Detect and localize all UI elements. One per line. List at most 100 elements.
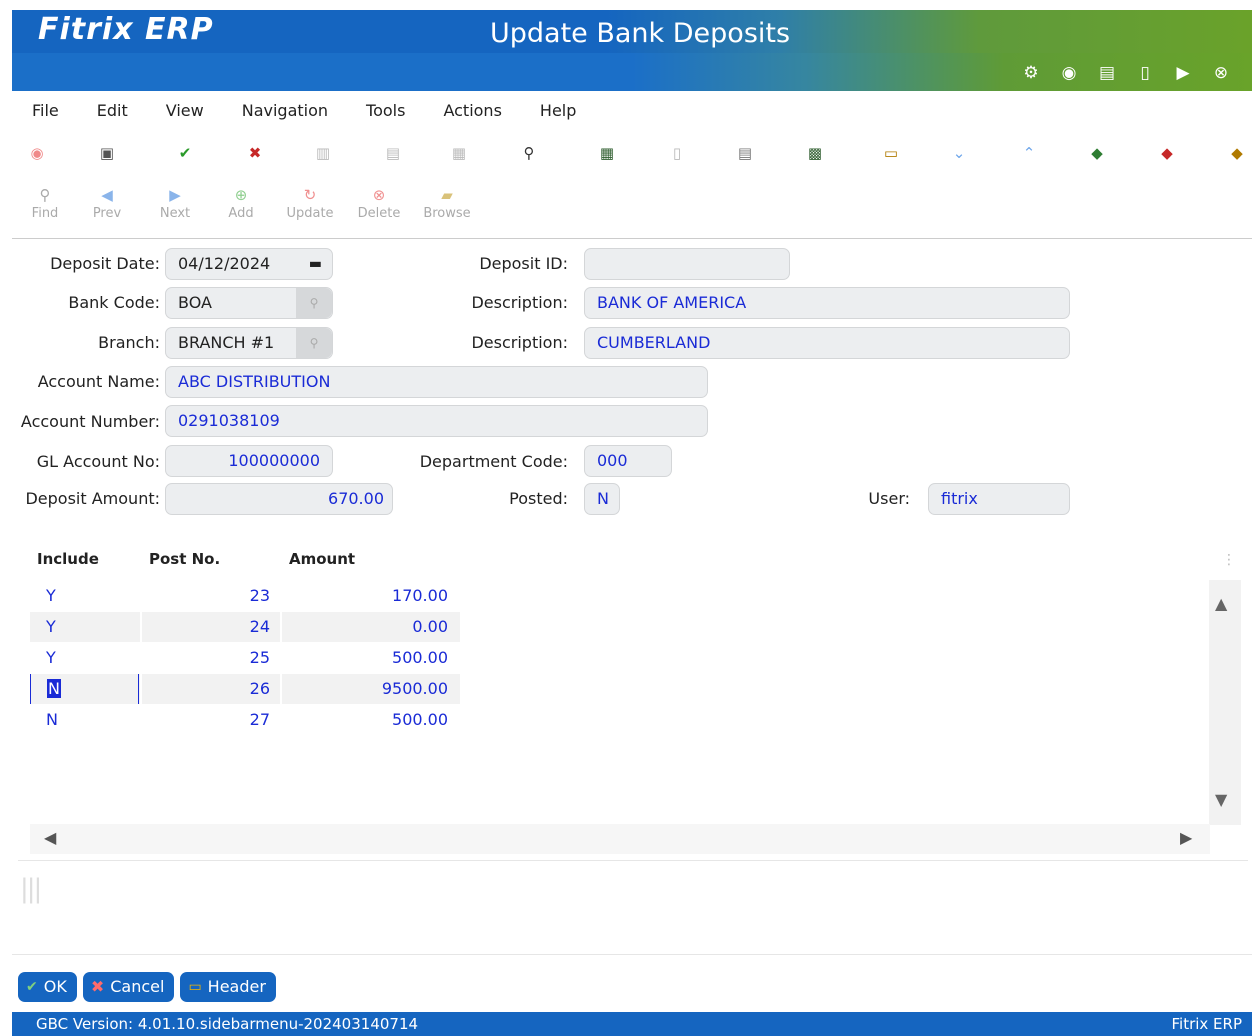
header-icon: ▭ bbox=[188, 979, 202, 995]
copy-window-icon[interactable]: ▣ bbox=[96, 142, 118, 164]
column-header-amount[interactable]: Amount bbox=[289, 550, 355, 568]
include-cell-editing[interactable]: N bbox=[30, 674, 140, 704]
close-circle-icon[interactable]: ⊗ bbox=[1202, 62, 1240, 84]
footer-divider bbox=[12, 954, 1252, 955]
post-no-cell[interactable]: 25 bbox=[140, 643, 280, 673]
amount-cell[interactable]: 9500.00 bbox=[282, 674, 460, 704]
menu-actions[interactable]: Actions bbox=[443, 101, 501, 120]
add-label: Add bbox=[228, 206, 254, 221]
ok-button[interactable]: ✔ OK bbox=[18, 972, 77, 1002]
zoom-icon[interactable]: ⚲ bbox=[518, 142, 540, 164]
department-code-field[interactable]: 000 bbox=[584, 445, 672, 477]
document-icon[interactable]: ▤ bbox=[1088, 62, 1126, 84]
header-label: Header bbox=[207, 977, 266, 996]
include-cell[interactable]: Y bbox=[30, 612, 140, 642]
column-header-include[interactable]: Include bbox=[37, 550, 99, 568]
bank-description-label: Description: bbox=[471, 293, 568, 312]
gear-icon[interactable]: ⚙ bbox=[1012, 62, 1050, 84]
branch-field[interactable]: BRANCH #1 ⚲ bbox=[165, 327, 333, 359]
delete-button[interactable]: ⊗ Delete bbox=[346, 184, 412, 230]
deposit-id-field[interactable] bbox=[584, 248, 790, 280]
bank-code-lookup-icon[interactable]: ⚲ bbox=[296, 288, 332, 318]
scroll-right-arrow-icon[interactable]: ▶ bbox=[1180, 828, 1192, 847]
cancel-icon[interactable]: ✖ bbox=[244, 142, 266, 164]
vertical-scrollbar[interactable]: ▲ ▼ bbox=[1209, 580, 1241, 825]
amount-cell[interactable]: 170.00 bbox=[280, 581, 460, 611]
stop-icon[interactable]: ◉ bbox=[26, 142, 48, 164]
play-icon[interactable]: ▶ bbox=[1164, 62, 1202, 84]
deposit-amount-field[interactable]: 670.00 bbox=[165, 483, 393, 515]
add-record-icon[interactable]: ◆ bbox=[1086, 142, 1108, 164]
paste-icon[interactable]: ▤ bbox=[382, 142, 404, 164]
resize-handle-icon[interactable]: ||| bbox=[20, 874, 42, 904]
prev-button[interactable]: ◀ Prev bbox=[72, 184, 142, 230]
menu-edit[interactable]: Edit bbox=[97, 101, 128, 120]
delete-label: Delete bbox=[357, 206, 401, 221]
next-icon: ▶ bbox=[169, 186, 181, 204]
include-selected-text: N bbox=[47, 679, 61, 698]
scroll-down-icon[interactable]: ⌄ bbox=[948, 142, 970, 164]
column-header-post-no[interactable]: Post No. bbox=[149, 550, 220, 568]
post-no-cell[interactable]: 26 bbox=[142, 674, 280, 704]
amount-cell[interactable]: 500.00 bbox=[280, 705, 460, 735]
new-document-icon[interactable]: ▯ bbox=[1126, 62, 1164, 84]
browse-button[interactable]: ▰ Browse bbox=[412, 184, 482, 230]
account-name-field[interactable]: ABC DISTRIBUTION bbox=[165, 366, 708, 398]
chip-icon[interactable]: ◉ bbox=[1050, 62, 1088, 84]
deposit-date-field[interactable]: 04/12/2024 ▬ bbox=[165, 248, 333, 280]
bank-code-field[interactable]: BOA ⚲ bbox=[165, 287, 333, 319]
table-row[interactable]: Y 23 170.00 bbox=[30, 581, 460, 611]
branch-lookup-icon[interactable]: ⚲ bbox=[296, 328, 332, 358]
attach-icon[interactable]: ▯ bbox=[666, 142, 688, 164]
amount-cell[interactable]: 0.00 bbox=[282, 612, 460, 642]
horizontal-scrollbar[interactable]: ◀ ▶ bbox=[30, 824, 1210, 854]
account-number-label: Account Number: bbox=[20, 412, 160, 431]
post-no-cell[interactable]: 23 bbox=[140, 581, 280, 611]
bank-code-value: BOA bbox=[178, 293, 212, 312]
gl-account-field[interactable]: 100000000 bbox=[165, 445, 333, 477]
table-row[interactable]: N 26 9500.00 bbox=[30, 674, 460, 704]
menu-navigation[interactable]: Navigation bbox=[242, 101, 328, 120]
menu-help[interactable]: Help bbox=[540, 101, 576, 120]
add-icon: ⊕ bbox=[234, 186, 248, 204]
cancel-button[interactable]: ✖ Cancel bbox=[82, 972, 175, 1002]
key-icon[interactable]: ◆ bbox=[1226, 142, 1248, 164]
delete-record-icon[interactable]: ◆ bbox=[1156, 142, 1178, 164]
amount-cell[interactable]: 500.00 bbox=[280, 643, 460, 673]
posted-field[interactable]: N bbox=[584, 483, 620, 515]
post-no-cell[interactable]: 24 bbox=[142, 612, 280, 642]
update-button[interactable]: ↻ Update bbox=[274, 184, 346, 230]
include-cell[interactable]: Y bbox=[30, 643, 140, 673]
table-row[interactable]: Y 24 0.00 bbox=[30, 612, 460, 642]
next-button[interactable]: ▶ Next bbox=[142, 184, 208, 230]
checklist-icon[interactable]: ▩ bbox=[804, 142, 826, 164]
account-number-field[interactable]: 0291038109 bbox=[165, 405, 708, 437]
calendar-picker-icon[interactable]: ▬ bbox=[309, 249, 322, 279]
select-all-icon[interactable]: ▦ bbox=[448, 142, 470, 164]
scroll-up-arrow-icon[interactable]: ▲ bbox=[1215, 594, 1227, 613]
find-button[interactable]: ⚲ Find bbox=[18, 184, 72, 230]
branch-description-field[interactable]: CUMBERLAND bbox=[584, 327, 1070, 359]
scroll-left-arrow-icon[interactable]: ◀ bbox=[44, 828, 56, 847]
table-row[interactable]: Y 25 500.00 bbox=[30, 643, 460, 673]
include-cell[interactable]: N bbox=[30, 705, 140, 735]
header-toolbar-icon[interactable]: ▭ bbox=[880, 142, 902, 164]
calendar-icon[interactable]: ▦ bbox=[596, 142, 618, 164]
user-field[interactable]: fitrix bbox=[928, 483, 1070, 515]
menu-file[interactable]: File bbox=[32, 101, 59, 120]
menu-tools[interactable]: Tools bbox=[366, 101, 405, 120]
include-cell[interactable]: Y bbox=[30, 581, 140, 611]
bank-description-field[interactable]: BANK OF AMERICA bbox=[584, 287, 1070, 319]
post-no-cell[interactable]: 27 bbox=[140, 705, 280, 735]
scroll-up-icon[interactable]: ⌃ bbox=[1018, 142, 1040, 164]
add-button[interactable]: ⊕ Add bbox=[208, 184, 274, 230]
copy-icon[interactable]: ▥ bbox=[312, 142, 334, 164]
header-button[interactable]: ▭ Header bbox=[180, 972, 276, 1002]
edit-note-icon[interactable]: ▤ bbox=[734, 142, 756, 164]
accept-icon[interactable]: ✔ bbox=[174, 142, 196, 164]
menu-view[interactable]: View bbox=[166, 101, 204, 120]
table-row[interactable]: N 27 500.00 bbox=[30, 705, 460, 735]
scroll-down-arrow-icon[interactable]: ▼ bbox=[1215, 790, 1227, 809]
column-menu-icon[interactable]: ⋮ bbox=[1222, 552, 1236, 568]
branch-description-label: Description: bbox=[471, 333, 568, 352]
